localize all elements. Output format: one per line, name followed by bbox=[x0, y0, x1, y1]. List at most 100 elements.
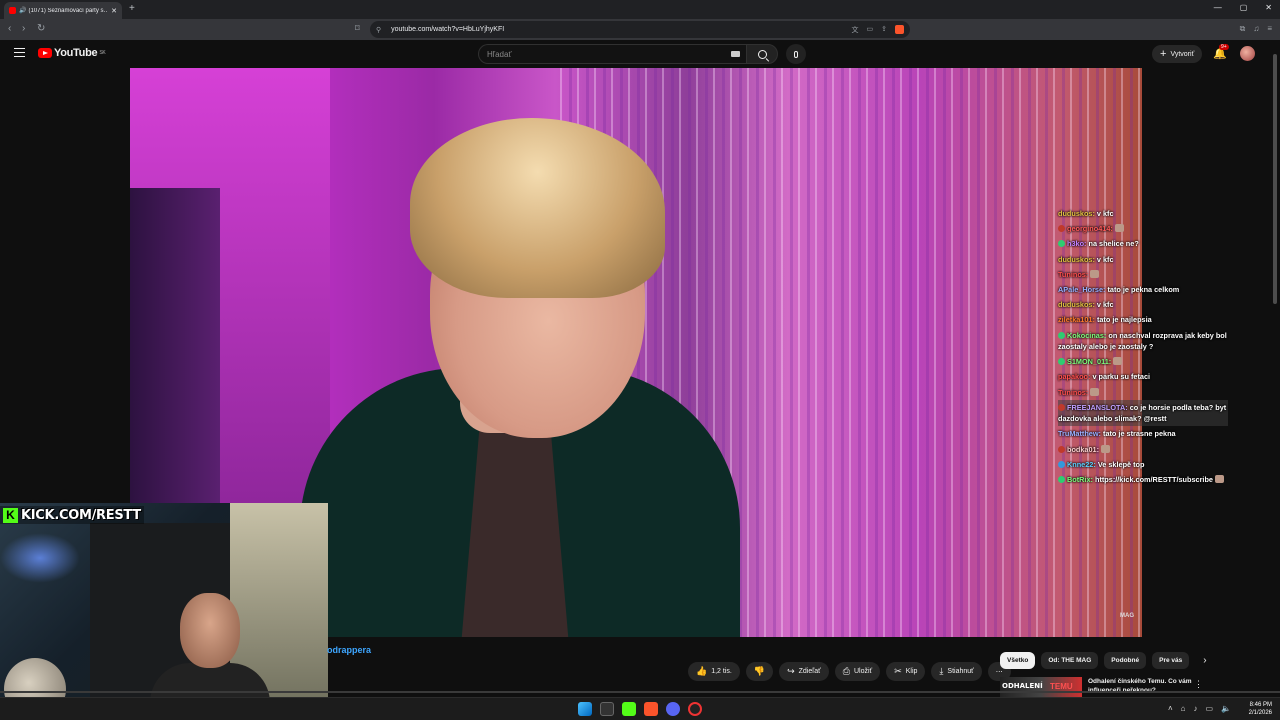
chat-username[interactable]: APale_Horse: bbox=[1058, 285, 1105, 294]
notification-badge: 9+ bbox=[1219, 44, 1229, 50]
recommended-title[interactable]: Odhalení čínského Temu. Co vám influence… bbox=[1082, 677, 1205, 697]
clip-button[interactable]: ✂ Klip bbox=[886, 662, 926, 681]
dislike-button[interactable]: 👎 bbox=[745, 662, 774, 681]
volume-icon[interactable]: ♪ bbox=[1194, 704, 1198, 713]
kick-channel-banner: K KICK.COM/RESTT bbox=[0, 506, 144, 524]
chat-username[interactable]: FREEJANSLOTA: bbox=[1067, 403, 1128, 412]
bookmark-icon[interactable]: ⌑ bbox=[355, 23, 360, 34]
chat-message: papakoo: v parku su fetaci bbox=[1058, 369, 1228, 384]
thumbnail-text-right: TEMU bbox=[1050, 682, 1073, 691]
obs-studio-icon[interactable] bbox=[688, 702, 702, 716]
recommended-more-icon[interactable]: ⋮ bbox=[1194, 679, 1203, 690]
kick-url-text: KICK.COM/RESTT bbox=[21, 507, 141, 523]
logo-text: YouTube bbox=[54, 47, 98, 59]
chat-username[interactable]: ziletka101: bbox=[1058, 315, 1095, 324]
media-controls-icon[interactable]: ♫ bbox=[1253, 24, 1259, 34]
minimize-button[interactable]: — bbox=[1214, 3, 1222, 12]
kick-app-icon[interactable] bbox=[622, 702, 636, 716]
share-icon[interactable]: ⇪ bbox=[881, 25, 887, 35]
address-bar-actions: 文 ▭ ⇪ bbox=[852, 24, 904, 35]
browser-tab-youtube[interactable]: 🔊 (1071) Seznamovací party s… ✕ bbox=[4, 2, 122, 19]
chip-related[interactable]: Podobné bbox=[1104, 652, 1147, 669]
thumbnail-text-left: ODHALENÍ bbox=[1002, 682, 1043, 690]
file-explorer-icon[interactable] bbox=[600, 702, 614, 716]
download-icon: ⤓ bbox=[939, 666, 944, 676]
new-tab-button[interactable]: + bbox=[129, 3, 135, 14]
country-code: SK bbox=[99, 50, 106, 56]
url-text[interactable]: youtube.com/watch?v=HbLuYjhyKFI bbox=[391, 26, 504, 33]
tray-overflow-icon[interactable]: ˄ bbox=[1168, 704, 1173, 713]
tab-close-icon[interactable]: ✕ bbox=[111, 7, 117, 15]
search-button[interactable] bbox=[746, 44, 778, 64]
chat-message: Tuninos: bbox=[1058, 385, 1228, 400]
chat-username[interactable]: h3ko: bbox=[1067, 239, 1086, 248]
chat-badge-icon bbox=[1058, 225, 1065, 233]
notifications-bell-icon[interactable]: 🔔 9+ bbox=[1213, 44, 1229, 60]
chat-text: v kfc bbox=[1094, 300, 1114, 310]
save-playlist-icon: ⎙ bbox=[842, 666, 850, 676]
chat-username[interactable]: TruMatthew: bbox=[1058, 429, 1101, 438]
share-button[interactable]: ↪ Zdieľať bbox=[779, 662, 829, 681]
audio-playing-icon[interactable]: 🔊 bbox=[19, 7, 26, 14]
back-arrow-icon[interactable]: ‹ bbox=[8, 23, 11, 34]
chip-all[interactable]: Všetko bbox=[1000, 652, 1036, 669]
chat-username[interactable]: georgino414: bbox=[1067, 224, 1113, 233]
brave-shields-icon[interactable] bbox=[895, 24, 904, 34]
avatar[interactable] bbox=[1240, 46, 1255, 61]
save-button[interactable]: ⎙ Uložiť bbox=[834, 662, 881, 681]
search-input[interactable]: Hľadať bbox=[478, 44, 748, 64]
chat-username[interactable]: bodka01: bbox=[1067, 445, 1099, 454]
address-bar[interactable]: ⚲ youtube.com/watch?v=HbLuYjhyKFI 文 ▭ ⇪ bbox=[370, 21, 910, 38]
browser-menu-icon[interactable]: ≡ bbox=[1267, 24, 1272, 34]
extensions-icon[interactable]: ⧉ bbox=[1240, 24, 1246, 34]
create-button[interactable]: + Vytvoriť bbox=[1152, 45, 1203, 63]
scissors-icon: ✂ bbox=[894, 666, 902, 676]
clock-date: 2/1/2026 bbox=[1248, 710, 1272, 716]
browser-tab-strip: 🔊 (1071) Seznamovací party s… ✕ + — ▢ ✕ bbox=[0, 0, 1280, 19]
description-link[interactable]: odrappera bbox=[327, 645, 371, 655]
brave-browser-icon[interactable] bbox=[644, 702, 658, 716]
keyboard-icon[interactable] bbox=[731, 51, 740, 57]
chat-username[interactable]: Tuninos: bbox=[1058, 270, 1088, 279]
reload-icon[interactable]: ↻ bbox=[37, 23, 45, 34]
youtube-logo[interactable]: YouTube SK bbox=[38, 47, 106, 59]
chat-message: APale_Horse: tato je pekna celkom bbox=[1058, 282, 1228, 297]
chat-username[interactable]: Tuninos: bbox=[1058, 388, 1088, 397]
picture-in-picture-icon[interactable]: ▭ bbox=[867, 25, 874, 35]
translate-icon[interactable]: 文 bbox=[852, 25, 859, 35]
video-actions: 👍 1,2 tis. 👎 ↪ Zdieľať ⎙ Uložiť ✂ Klip ⤓… bbox=[688, 662, 1011, 681]
chat-username[interactable]: Knne22: bbox=[1067, 460, 1096, 469]
youtube-favicon-icon bbox=[9, 7, 16, 14]
chat-message: duduskos: v kfc bbox=[1058, 206, 1228, 221]
chat-username[interactable]: duduskos: bbox=[1058, 209, 1095, 218]
plus-icon: + bbox=[1160, 48, 1167, 60]
chat-username[interactable]: S1MON_011: bbox=[1067, 357, 1111, 366]
chat-username[interactable]: Kokocinas: bbox=[1067, 331, 1106, 340]
page-scrollbar[interactable] bbox=[1272, 42, 1278, 692]
chat-username[interactable]: papakoo: bbox=[1058, 372, 1090, 381]
speaker-icon[interactable]: 🔈 bbox=[1221, 704, 1231, 713]
chat-username[interactable]: BotRix: bbox=[1067, 475, 1093, 484]
chat-username[interactable]: duduskos: bbox=[1058, 255, 1095, 264]
taskbar-clock[interactable]: 8:46 PM 2/1/2026 bbox=[1238, 701, 1272, 717]
chip-for-you[interactable]: Pre vás bbox=[1152, 652, 1190, 669]
download-button[interactable]: ⤓ Stiahnuť bbox=[931, 662, 982, 681]
voice-search-button[interactable] bbox=[786, 44, 806, 64]
close-window-button[interactable]: ✕ bbox=[1265, 3, 1272, 12]
scrollbar-thumb[interactable] bbox=[1273, 54, 1277, 304]
menu-icon[interactable] bbox=[14, 48, 25, 57]
network-icon[interactable]: ⌂ bbox=[1181, 704, 1186, 713]
chat-username[interactable]: duduskos: bbox=[1058, 300, 1095, 309]
chat-message: bodka01: bbox=[1058, 442, 1228, 457]
like-button[interactable]: 👍 1,2 tis. bbox=[688, 662, 740, 681]
display-icon[interactable]: ▭ bbox=[1206, 704, 1214, 713]
chat-text: v kfc bbox=[1094, 209, 1114, 218]
site-info-icon[interactable]: ⚲ bbox=[376, 26, 381, 34]
chevron-right-icon[interactable]: › bbox=[1203, 655, 1206, 666]
chip-from-channel[interactable]: Od: THE MAG bbox=[1041, 652, 1099, 669]
chat-message: Kokocinas: on naschval rozprava jak keby… bbox=[1058, 328, 1228, 355]
windows-start-icon[interactable] bbox=[578, 702, 592, 716]
forward-arrow-icon[interactable]: › bbox=[22, 23, 25, 34]
discord-icon[interactable] bbox=[666, 702, 680, 716]
maximize-button[interactable]: ▢ bbox=[1240, 3, 1248, 12]
